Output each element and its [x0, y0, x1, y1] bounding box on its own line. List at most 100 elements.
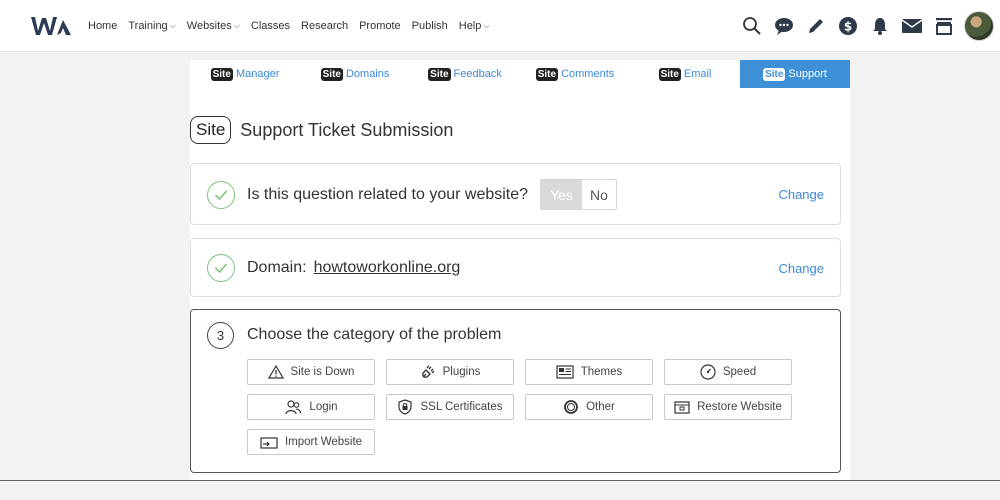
category-label: Restore Website	[697, 401, 782, 413]
nav-research-label: Research	[301, 20, 349, 32]
category-import-button[interactable]: Import Website	[247, 429, 375, 455]
category-site-down-button[interactable]: Site is Down	[247, 359, 375, 385]
category-label: Other	[586, 401, 615, 413]
support-panel: Site Support Ticket Submission Is this q…	[190, 88, 850, 480]
category-label: Site is Down	[290, 366, 355, 378]
nav-training[interactable]: Training ⌵	[128, 20, 175, 32]
site-badge: Site	[763, 67, 786, 81]
site-badge: Site	[535, 67, 559, 81]
bottom-divider	[0, 480, 1000, 481]
chat-icon[interactable]	[768, 10, 800, 42]
category-label: Plugins	[442, 366, 481, 378]
yes-button[interactable]: Yes	[541, 180, 582, 209]
category-label: Import Website	[284, 436, 363, 448]
step-number: 3	[207, 322, 234, 349]
page-site-badge: Site	[190, 116, 232, 144]
change-link[interactable]: Change	[778, 187, 824, 202]
plug-icon	[421, 365, 435, 378]
tab-feedback[interactable]: Site Feedback	[410, 60, 520, 88]
step-category: 3 Choose the category of the problem Sit…	[190, 309, 841, 473]
nav-help-label: Help	[458, 20, 482, 32]
category-label: Themes	[580, 366, 623, 378]
tab-label: Manager	[235, 68, 280, 80]
bell-icon[interactable]	[864, 10, 896, 42]
tab-manager[interactable]: Site Manager	[190, 60, 300, 88]
nav-home-label: Home	[88, 20, 118, 32]
category-themes-button[interactable]: Themes	[525, 359, 653, 385]
checkmark-icon	[207, 181, 235, 209]
circle-icon	[564, 400, 579, 414]
nav-links: Home Training ⌵ Websites ⌵ Classes Researc…	[88, 0, 500, 52]
website-question: Is this question related to your website…	[247, 186, 529, 203]
nav-home[interactable]: Home	[88, 20, 117, 32]
nav-research[interactable]: Research	[301, 20, 348, 32]
page-title: Support Ticket Submission	[240, 119, 454, 140]
nav-promote[interactable]: Promote	[359, 20, 401, 32]
nav-help[interactable]: Help ⌵	[459, 20, 490, 32]
site-tabs: Site Manager Site Domains Site Feedback Sit…	[190, 60, 850, 88]
domain-label: Domain:	[247, 259, 307, 276]
restore-icon	[674, 401, 690, 414]
tab-label: Comments	[561, 68, 615, 80]
avatar[interactable]	[964, 11, 994, 41]
speedometer-icon	[700, 364, 716, 380]
tab-support[interactable]: Site Support	[740, 60, 850, 88]
category-label: Login	[309, 401, 338, 413]
chevron-down-icon: ⌵	[483, 21, 490, 30]
category-speed-button[interactable]: Speed	[664, 359, 792, 385]
nav-icons: $	[736, 10, 994, 42]
nav-training-label: Training	[128, 20, 168, 32]
pencil-icon[interactable]	[800, 10, 832, 42]
step-domain: Domain: howtoworkonline.org Change	[190, 238, 841, 297]
top-navigation: Home Training ⌵ Websites ⌵ Classes Researc…	[0, 0, 1000, 52]
site-badge: Site	[210, 67, 233, 81]
inbox-icon[interactable]	[928, 10, 960, 42]
category-other-button[interactable]: Other	[525, 394, 653, 420]
site-badge: Site	[428, 67, 451, 81]
mail-icon[interactable]	[896, 10, 928, 42]
tab-label: Feedback	[453, 68, 502, 80]
dollar-icon[interactable]: $	[832, 10, 864, 42]
users-icon	[285, 400, 302, 415]
wealthy-affiliate-logo[interactable]	[30, 14, 72, 38]
category-ssl-button[interactable]: SSL Certificates	[386, 394, 514, 420]
title-row: Site Support Ticket Submission	[190, 116, 453, 144]
category-grid: Site is Down Plugins Themes Speed Login …	[247, 359, 792, 455]
nav-classes[interactable]: Classes	[251, 20, 290, 32]
import-icon	[260, 437, 278, 449]
shield-icon	[398, 399, 413, 415]
tab-comments[interactable]: Site Comments	[520, 60, 630, 88]
site-badge: Site	[658, 67, 681, 81]
step-website-question: Is this question related to your website…	[190, 163, 841, 225]
category-label: SSL Certificates	[420, 401, 503, 413]
change-link[interactable]: Change	[778, 261, 824, 276]
domain-row: Domain: howtoworkonline.org	[247, 259, 460, 277]
chevron-down-icon: ⌵	[169, 21, 176, 30]
nav-websites[interactable]: Websites ⌵	[187, 20, 240, 32]
search-icon[interactable]	[736, 10, 768, 42]
nav-publish[interactable]: Publish	[412, 20, 448, 32]
tab-domains[interactable]: Site Domains	[300, 60, 410, 88]
checkmark-icon	[207, 254, 235, 282]
yes-no-toggle: Yes No	[540, 179, 617, 210]
tab-label: Support	[788, 68, 827, 80]
tab-label: Email	[683, 68, 712, 80]
category-label: Speed	[722, 366, 757, 378]
domain-link[interactable]: howtoworkonline.org	[314, 259, 461, 276]
category-plugins-button[interactable]: Plugins	[386, 359, 514, 385]
category-login-button[interactable]: Login	[247, 394, 375, 420]
nav-websites-label: Websites	[186, 20, 232, 32]
chevron-down-icon: ⌵	[233, 21, 240, 30]
no-button[interactable]: No	[582, 180, 616, 209]
category-restore-button[interactable]: Restore Website	[664, 394, 792, 420]
svg-text:$: $	[844, 20, 852, 34]
tab-email[interactable]: Site Email	[630, 60, 740, 88]
nav-publish-label: Publish	[411, 20, 448, 32]
site-badge: Site	[320, 67, 343, 81]
warning-icon	[267, 365, 284, 379]
nav-classes-label: Classes	[250, 20, 291, 32]
tab-label: Domains	[345, 68, 390, 80]
category-title: Choose the category of the problem	[247, 326, 502, 343]
theme-icon	[556, 365, 574, 379]
nav-promote-label: Promote	[359, 20, 401, 32]
